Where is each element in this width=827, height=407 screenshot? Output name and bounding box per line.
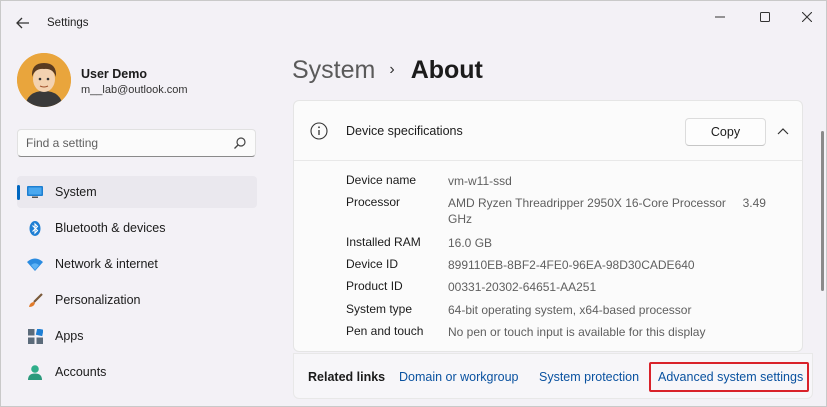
sidebar-nav: System Bluetooth & devices Network & int…	[17, 176, 257, 392]
sidebar-item-bluetooth[interactable]: Bluetooth & devices	[17, 212, 257, 244]
system-protection-link[interactable]: System protection	[539, 370, 639, 384]
spec-value-processor: AMD Ryzen Threadripper 2950X 16-Core Pro…	[448, 196, 770, 226]
sidebar-item-label: System	[55, 185, 97, 199]
chevron-up-icon[interactable]	[776, 125, 790, 139]
breadcrumb-parent[interactable]: System	[292, 56, 375, 85]
spec-label-installed-ram: Installed RAM	[346, 235, 421, 249]
sidebar-item-apps[interactable]: Apps	[17, 320, 257, 352]
device-specifications-card: Device specifications Copy Device name v…	[293, 100, 803, 352]
sidebar-item-label: Bluetooth & devices	[55, 221, 166, 235]
chevron-right-icon: ›	[389, 61, 395, 78]
card-title: Device specifications	[346, 124, 463, 138]
page-title: About	[410, 55, 483, 84]
sidebar-item-label: Personalization	[55, 293, 141, 307]
spec-label-processor: Processor	[346, 195, 401, 209]
sidebar-item-label: Accounts	[55, 365, 107, 379]
scrollbar[interactable]	[821, 131, 824, 291]
spec-value-device-name: vm-w11-ssd	[448, 174, 512, 188]
spec-label-device-id: Device ID	[346, 257, 399, 271]
avatar[interactable]	[17, 53, 71, 107]
sidebar-item-label: Apps	[55, 329, 84, 343]
minimize-icon[interactable]	[709, 8, 731, 26]
sidebar-item-system[interactable]: System	[17, 176, 257, 208]
search-icon[interactable]	[233, 136, 247, 150]
spec-value-pen-and-touch: No pen or touch input is available for t…	[448, 325, 706, 339]
wifi-icon	[27, 257, 43, 271]
apps-icon	[27, 328, 43, 344]
copy-button[interactable]: Copy	[685, 118, 766, 146]
spec-label-device-name: Device name	[346, 173, 417, 187]
related-links-label: Related links	[308, 370, 386, 384]
bluetooth-icon	[27, 220, 43, 236]
sidebar-item-accounts[interactable]: Accounts	[17, 356, 257, 388]
spec-value-installed-ram: 16.0 GB	[448, 236, 493, 250]
app-title: Settings	[47, 17, 89, 29]
title-bar: Settings	[1, 1, 826, 45]
breadcrumb: System › About	[292, 53, 483, 87]
spec-value-system-type: 64-bit operating system, x64-based proce…	[448, 303, 692, 317]
back-arrow-icon[interactable]	[13, 13, 33, 33]
active-indicator	[17, 185, 20, 200]
paintbrush-icon	[27, 292, 43, 307]
spec-label-pen-and-touch: Pen and touch	[346, 324, 424, 338]
monitor-icon	[27, 185, 43, 199]
sidebar-item-network[interactable]: Network & internet	[17, 248, 257, 280]
domain-or-workgroup-link[interactable]: Domain or workgroup	[399, 370, 519, 384]
user-email: m__lab@outlook.com	[81, 84, 188, 96]
highlight-annotation	[649, 362, 809, 392]
maximize-icon[interactable]	[754, 8, 776, 26]
settings-window: Settings User Demo m__lab@outlook.com Fi…	[0, 0, 827, 407]
sidebar-item-label: Network & internet	[55, 257, 158, 271]
spec-value-product-id: 00331-20302-64651-AA251	[448, 280, 597, 294]
sidebar-item-personalization[interactable]: Personalization	[17, 284, 257, 316]
search-input[interactable]	[18, 130, 228, 156]
device-specifications-header[interactable]: Device specifications Copy	[294, 101, 802, 161]
spec-value-device-id: 899110EB-8BF2-4FE0-96EA-98D30CADE640	[448, 258, 695, 272]
spec-label-system-type: System type	[346, 302, 413, 316]
info-icon	[310, 122, 328, 140]
close-icon[interactable]	[796, 8, 818, 26]
user-name: User Demo	[81, 67, 147, 81]
spec-label-product-id: Product ID	[346, 279, 403, 293]
person-icon	[27, 364, 43, 380]
search-box[interactable]	[17, 129, 256, 157]
